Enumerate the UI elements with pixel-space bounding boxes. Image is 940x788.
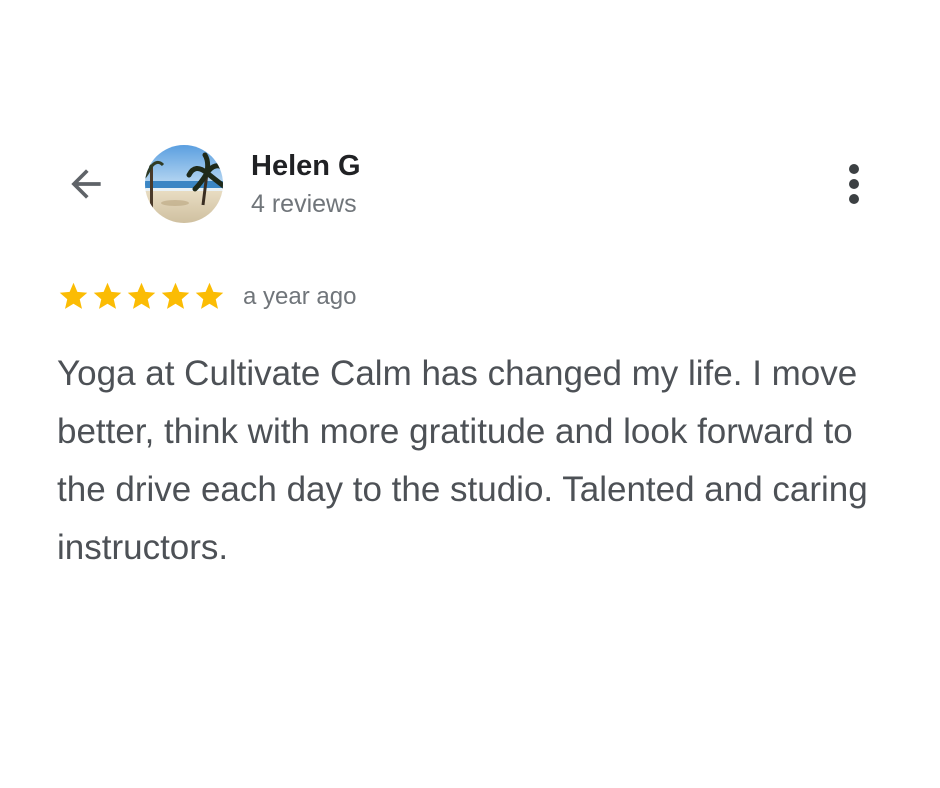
beach-photo-avatar xyxy=(145,145,223,223)
avatar[interactable] xyxy=(145,145,223,223)
star-rating xyxy=(57,280,226,313)
arrow-left-icon xyxy=(71,169,101,199)
more-options-button[interactable] xyxy=(830,160,878,208)
review-time: a year ago xyxy=(243,282,357,310)
review-text: Yoga at Cultivate Calm has changed my li… xyxy=(57,354,868,567)
review-card: Helen G 4 reviews a year ago Yoga at Cul… xyxy=(0,0,940,788)
more-vertical-icon xyxy=(849,164,859,204)
rating-row: a year ago xyxy=(57,280,356,313)
review-count: 4 reviews xyxy=(251,190,357,218)
star-icon xyxy=(195,282,224,309)
star-icon xyxy=(161,282,190,309)
star-icon xyxy=(93,282,122,309)
author-name[interactable]: Helen G xyxy=(251,148,361,184)
back-button[interactable] xyxy=(62,162,110,206)
star-icon xyxy=(127,282,156,309)
star-icon xyxy=(59,282,88,309)
